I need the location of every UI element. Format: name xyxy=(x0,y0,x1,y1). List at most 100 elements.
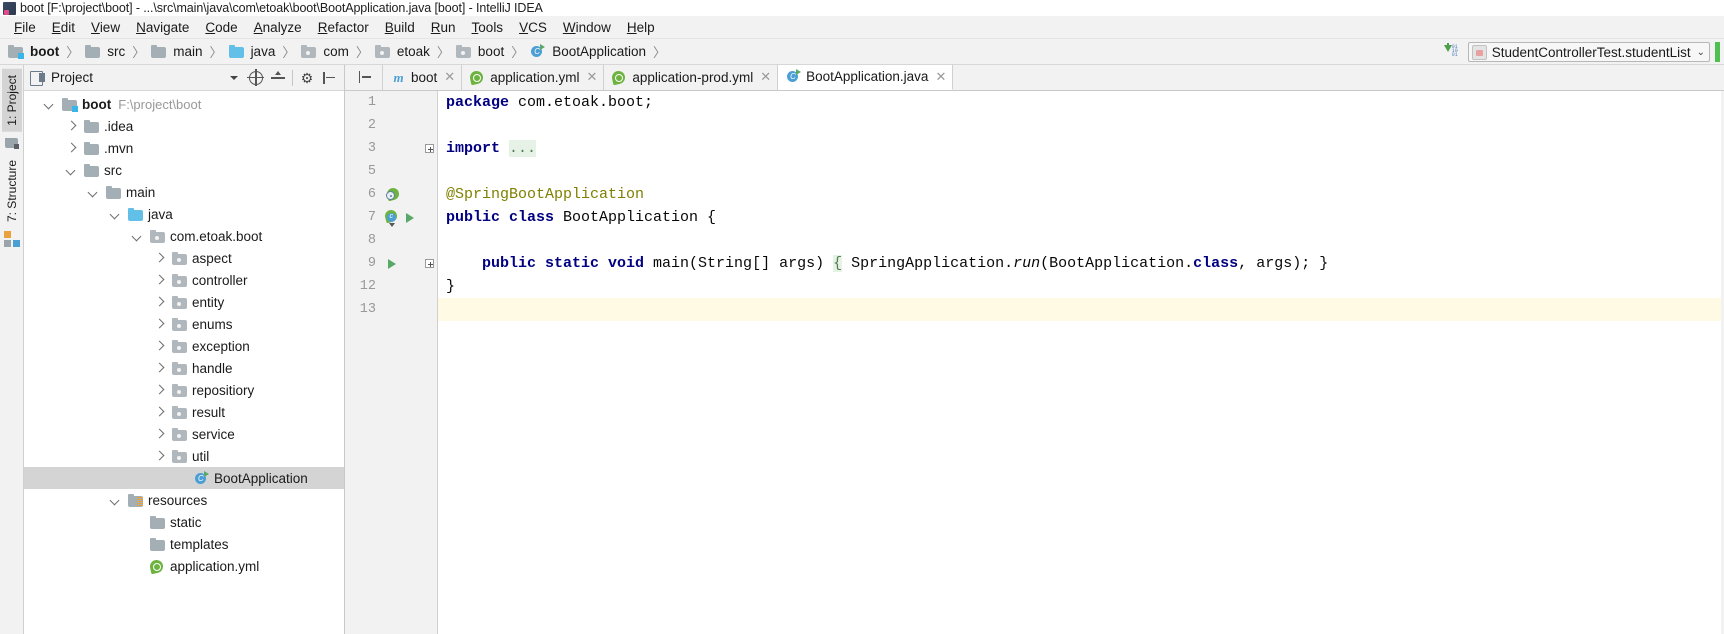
tree-node-src[interactable]: src xyxy=(24,159,344,181)
tree-node-com-etoak-boot[interactable]: com.etoak.boot xyxy=(24,225,344,247)
close-icon[interactable]: ✕ xyxy=(586,69,597,85)
tree-node-repositiory[interactable]: repositiory xyxy=(24,379,344,401)
menu-item-file[interactable]: File xyxy=(6,18,44,37)
tree-node-main[interactable]: main xyxy=(24,181,344,203)
chevron-right-icon[interactable] xyxy=(152,295,166,309)
code-line[interactable] xyxy=(438,114,1724,137)
code-line[interactable]: public class BootApplication { xyxy=(438,206,1724,229)
collapse-all-icon[interactable] xyxy=(267,67,289,89)
chevron-right-icon[interactable] xyxy=(152,383,166,397)
sidebar-item-structure[interactable]: 7: Structure xyxy=(2,154,22,228)
editor-tab-label: boot xyxy=(411,69,438,85)
chevron-right-icon[interactable] xyxy=(152,317,166,331)
menu-item-help[interactable]: Help xyxy=(619,18,663,37)
menu-item-vcs[interactable]: VCS xyxy=(511,18,555,37)
tree-node-boot[interactable]: boot F:\project\boot xyxy=(24,93,344,115)
fold-expand-icon[interactable] xyxy=(425,144,434,153)
tabs-hide-button[interactable] xyxy=(345,64,383,90)
tree-node-service[interactable]: service xyxy=(24,423,344,445)
menu-item-tools[interactable]: Tools xyxy=(464,18,512,37)
hide-icon[interactable] xyxy=(318,67,340,89)
tree-node--idea[interactable]: .idea xyxy=(24,115,344,137)
run-icon[interactable] xyxy=(385,257,399,271)
breadcrumb-item-src[interactable]: src xyxy=(83,41,129,63)
editor-tab-application-yml[interactable]: application.yml ✕ xyxy=(462,64,605,90)
breadcrumb-item-boot[interactable]: boot xyxy=(6,41,63,63)
menu-item-window[interactable]: Window xyxy=(555,18,619,37)
chevron-down-icon[interactable] xyxy=(42,97,56,111)
code-line[interactable]: } xyxy=(438,275,1724,298)
tree-node-templates[interactable]: templates xyxy=(24,533,344,555)
menu-item-refactor[interactable]: Refactor xyxy=(310,18,377,37)
menu-item-code[interactable]: Code xyxy=(197,18,245,37)
chevron-right-icon[interactable] xyxy=(152,405,166,419)
project-rail-icon[interactable] xyxy=(4,135,20,151)
breadcrumb-item-bootapplication[interactable]: BootApplication xyxy=(528,41,650,63)
editor-tab-application-prod-yml[interactable]: application-prod.yml ✕ xyxy=(604,64,779,90)
chevron-right-icon[interactable] xyxy=(152,251,166,265)
menu-item-analyze[interactable]: Analyze xyxy=(246,18,310,37)
code-line[interactable] xyxy=(438,160,1724,183)
close-icon[interactable]: ✕ xyxy=(760,69,771,85)
fold-expand-icon[interactable] xyxy=(425,259,434,268)
code-line[interactable]: import ... xyxy=(438,137,1724,160)
close-icon[interactable]: ✕ xyxy=(935,69,946,85)
spring-class-gutter-icon[interactable] xyxy=(383,208,400,227)
binary-download-icon[interactable]: 01 10 01 xyxy=(1442,43,1462,61)
tree-node-result[interactable]: result xyxy=(24,401,344,423)
editor-gutter[interactable]: 123567891213 xyxy=(345,91,438,634)
tree-node-entity[interactable]: entity xyxy=(24,291,344,313)
tree-node-controller[interactable]: controller xyxy=(24,269,344,291)
tree-node-resources[interactable]: resources xyxy=(24,489,344,511)
menu-item-edit[interactable]: Edit xyxy=(44,18,83,37)
editor-tab-boot[interactable]: m boot ✕ xyxy=(383,64,463,90)
menu-item-navigate[interactable]: Navigate xyxy=(128,18,197,37)
chevron-right-icon[interactable] xyxy=(152,361,166,375)
chevron-down-icon[interactable] xyxy=(108,207,122,221)
tree-node-enums[interactable]: enums xyxy=(24,313,344,335)
chevron-right-icon[interactable] xyxy=(152,273,166,287)
close-icon[interactable]: ✕ xyxy=(444,69,455,85)
code-editor[interactable]: package com.etoak.boot; import ... @Spri… xyxy=(438,91,1724,634)
breadcrumb-item-com[interactable]: com xyxy=(299,41,353,63)
tree-node--mvn[interactable]: .mvn xyxy=(24,137,344,159)
structure-rail-icon[interactable] xyxy=(3,230,20,247)
chevron-down-icon[interactable] xyxy=(64,163,78,177)
sidebar-item-project[interactable]: 1: Project xyxy=(1,69,22,132)
chevron-right-icon[interactable] xyxy=(64,119,78,133)
chevron-right-icon[interactable] xyxy=(152,427,166,441)
code-line[interactable] xyxy=(438,298,1724,321)
code-line[interactable] xyxy=(438,229,1724,252)
tree-node-util[interactable]: util xyxy=(24,445,344,467)
menu-item-view[interactable]: View xyxy=(83,18,128,37)
run-configuration-selector[interactable]: StudentControllerTest.studentList ⌄ xyxy=(1467,42,1710,62)
tree-node-exception[interactable]: exception xyxy=(24,335,344,357)
spring-bean-icon[interactable] xyxy=(385,186,401,202)
tree-node-aspect[interactable]: aspect xyxy=(24,247,344,269)
menu-item-run[interactable]: Run xyxy=(423,18,464,37)
tree-node-application-yml[interactable]: application.yml xyxy=(24,555,344,577)
breadcrumb-item-java[interactable]: java xyxy=(227,41,280,63)
editor-tab-bootapplication-java[interactable]: BootApplication.java ✕ xyxy=(778,64,954,90)
tree-node-bootapplication[interactable]: BootApplication xyxy=(24,467,344,489)
code-line[interactable]: public static void main(String[] args) {… xyxy=(438,252,1724,275)
breadcrumb-item-etoak[interactable]: etoak xyxy=(373,41,434,63)
chevron-right-icon[interactable] xyxy=(152,449,166,463)
code-line[interactable]: package com.etoak.boot; xyxy=(438,91,1724,114)
breadcrumb-item-main[interactable]: main xyxy=(149,41,206,63)
scope-chevron-icon[interactable] xyxy=(223,67,245,89)
settings-gear-icon[interactable]: ⚙ xyxy=(296,67,318,89)
menu-item-build[interactable]: Build xyxy=(377,18,423,37)
tree-node-java[interactable]: java xyxy=(24,203,344,225)
locate-icon[interactable] xyxy=(245,67,267,89)
breadcrumb-item-boot[interactable]: boot xyxy=(454,41,508,63)
chevron-right-icon[interactable] xyxy=(152,339,166,353)
code-line[interactable]: @SpringBootApplication xyxy=(438,183,1724,206)
run-icon[interactable] xyxy=(403,211,417,225)
chevron-down-icon[interactable] xyxy=(86,185,100,199)
chevron-right-icon[interactable] xyxy=(64,141,78,155)
tree-node-static[interactable]: static xyxy=(24,511,344,533)
chevron-down-icon[interactable] xyxy=(130,229,144,243)
tree-node-handle[interactable]: handle xyxy=(24,357,344,379)
chevron-down-icon[interactable] xyxy=(108,493,122,507)
